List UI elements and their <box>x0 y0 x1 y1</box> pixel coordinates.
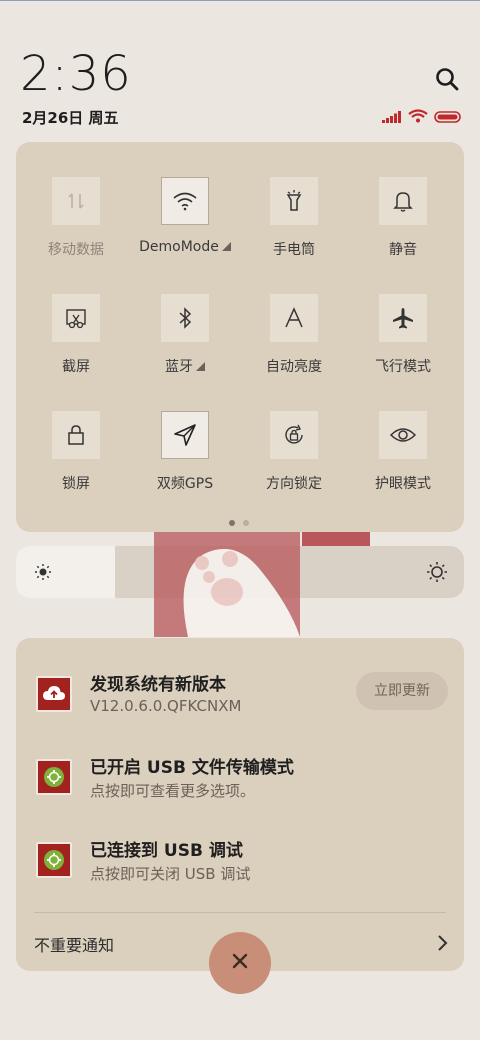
notification-subtitle: 点按即可关闭 USB 调试 <box>90 865 251 883</box>
date[interactable]: 2月26日 周五 <box>22 107 119 128</box>
expand-indicator-icon <box>196 362 205 371</box>
airplane-icon <box>379 294 427 342</box>
tile-label: 手电筒 <box>273 242 315 258</box>
tile-label: 自动亮度 <box>266 359 322 375</box>
notification-title: 发现系统有新版本 <box>90 675 226 695</box>
mobile-data-icon <box>52 177 100 225</box>
chevron-right-icon[interactable] <box>436 934 448 956</box>
tile-label: 静音 <box>389 242 417 258</box>
tile-flashlight[interactable]: 手电筒 <box>244 177 344 259</box>
cloud-upload-icon <box>36 676 72 712</box>
auto-brightness-icon <box>270 294 318 342</box>
tile-label: 蓝牙 <box>135 356 235 376</box>
tile-label-text: DemoMode <box>139 239 219 255</box>
tile-label: 锁屏 <box>62 476 90 492</box>
tile-bluetooth[interactable]: 蓝牙 <box>135 294 235 376</box>
status-bar-edge <box>0 0 480 1</box>
tile-label-text: 蓝牙 <box>165 359 193 375</box>
update-now-button[interactable]: 立即更新 <box>356 672 448 710</box>
system-icons <box>382 108 462 127</box>
flashlight-icon <box>270 177 318 225</box>
tile-label: 飞行模式 <box>375 359 431 375</box>
lock-icon <box>52 411 100 459</box>
signal-icon <box>382 108 402 127</box>
tile-rotation-lock[interactable]: 方向锁定 <box>244 411 344 493</box>
wifi-icon <box>161 177 209 225</box>
page-dot <box>243 520 249 526</box>
theme-decoration <box>302 532 370 546</box>
battery-icon <box>434 108 462 127</box>
notification-subtitle: V12.0.6.0.QFKCNXM <box>90 697 242 715</box>
tile-label: 截屏 <box>62 359 90 375</box>
close-icon <box>231 952 249 974</box>
tile-screenshot[interactable]: 截屏 <box>26 294 126 376</box>
android-icon <box>36 759 72 795</box>
screenshot-icon <box>52 294 100 342</box>
quick-settings-panel: 移动数据 DemoMode 手电筒 静音 截屏 蓝牙 自动亮度 飞行模式 锁屏 … <box>16 142 464 532</box>
location-icon <box>161 411 209 459</box>
tile-silent[interactable]: 静音 <box>353 177 453 259</box>
android-icon <box>36 842 72 878</box>
theme-mascot-image <box>154 532 300 637</box>
eye-icon <box>379 411 427 459</box>
minor-notifications-link[interactable]: 不重要通知 <box>34 932 114 956</box>
tile-label: DemoMode <box>135 239 235 255</box>
tile-lock-screen[interactable]: 锁屏 <box>26 411 126 493</box>
tile-eye-comfort[interactable]: 护眼模式 <box>353 411 453 493</box>
notification-panel: 发现系统有新版本 V12.0.6.0.QFKCNXM 立即更新 已开启 USB … <box>16 638 464 971</box>
notification-subtitle: 点按即可查看更多选项。 <box>90 782 256 800</box>
tile-airplane[interactable]: 飞行模式 <box>353 294 453 376</box>
brightness-high-icon <box>426 561 448 587</box>
tile-auto-brightness[interactable]: 自动亮度 <box>244 294 344 376</box>
clear-all-button[interactable] <box>209 932 271 994</box>
bell-icon <box>379 177 427 225</box>
expand-indicator-icon <box>221 242 231 251</box>
page-indicator <box>229 520 249 526</box>
tile-label: 护眼模式 <box>375 476 431 492</box>
tile-label: 移动数据 <box>48 242 104 258</box>
page-dot <box>229 520 235 526</box>
tile-dual-gps[interactable]: 双频GPS <box>135 411 235 493</box>
divider <box>34 912 446 913</box>
brightness-low-icon <box>34 563 52 585</box>
rotation-lock-icon <box>270 411 318 459</box>
notification-title: 已开启 USB 文件传输模式 <box>90 758 294 778</box>
tile-label: 双频GPS <box>156 476 214 492</box>
tile-wifi[interactable]: DemoMode <box>135 177 235 255</box>
notification-title: 已连接到 USB 调试 <box>90 841 243 861</box>
tile-label: 方向锁定 <box>266 476 322 492</box>
bluetooth-icon <box>161 294 209 342</box>
tile-mobile-data[interactable]: 移动数据 <box>26 177 126 259</box>
clock[interactable]: 2:36 <box>20 46 132 102</box>
search-icon[interactable] <box>434 66 460 92</box>
brightness-fill <box>16 546 115 598</box>
wifi-icon <box>408 108 428 127</box>
